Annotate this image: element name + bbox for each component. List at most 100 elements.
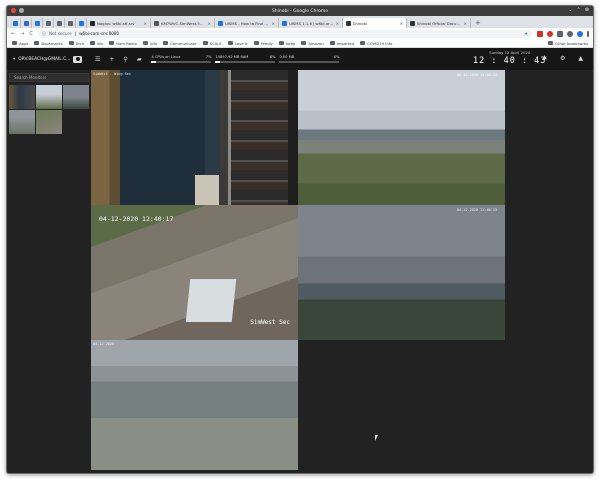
stat-label: 15897.92 MB RAM [215, 55, 249, 59]
stat-bar [279, 61, 340, 63]
close-tab-icon[interactable]: × [144, 21, 147, 26]
bookmark-item[interactable]: Communicate [163, 41, 197, 46]
menu-icon[interactable] [587, 30, 589, 37]
browser-tab[interactable]: Shinobi Official Documen × [407, 18, 471, 28]
browser-tab[interactable]: Nagios: w6bi-sff-srv × [87, 18, 151, 28]
browser-tab[interactable]: KM7WVC-SimWest-50 mi × [151, 18, 215, 28]
user-label: ORV.BEACH@GMAIL.C... [18, 56, 71, 62]
camera-osd: 04-12-2020 [93, 342, 115, 346]
close-tab-icon[interactable]: × [272, 21, 275, 26]
bookmark-item[interactable]: Imported [329, 40, 355, 46]
close-tab-icon[interactable]: × [464, 21, 467, 26]
user-menu[interactable]: ▾ ORV.BEACH@GMAIL.C... [7, 55, 91, 63]
extension-icon[interactable] [557, 30, 563, 37]
forward-icon[interactable]: → [20, 31, 24, 37]
shinobi-app: ▾ ORV.BEACH@GMAIL.C... ☰ + ⚲ ▰ 4 CPUs on… [7, 48, 593, 473]
camera-icon[interactable] [73, 55, 83, 63]
extension-icon[interactable] [567, 30, 573, 37]
browser-tab[interactable]: UISMS - How to Find Loc × [215, 18, 279, 28]
favicon-icon [218, 20, 223, 26]
monitor-thumbnail[interactable] [9, 85, 35, 109]
alert-icon[interactable]: ▲ [578, 55, 583, 62]
monitor-thumbnail[interactable] [36, 110, 62, 134]
folder-icon [227, 41, 233, 45]
stat-value: 0% [333, 55, 340, 59]
gear-icon[interactable]: ⚙ [560, 55, 565, 62]
other-bookmarks-label: Other bookmarks [554, 40, 588, 46]
bookmark-label: Tech [75, 40, 85, 46]
location-icon[interactable]: ⚲ [123, 56, 127, 63]
browser-tab[interactable] [21, 18, 32, 28]
extension-icon[interactable] [547, 30, 553, 37]
monitor-thumbnail[interactable] [63, 85, 89, 109]
close-window-icon[interactable]: ⊗ [585, 7, 589, 13]
maximize-icon[interactable]: ⌃ [577, 7, 581, 13]
app-topbar: ▾ ORV.BEACH@GMAIL.C... ☰ + ⚲ ▰ 4 CPUs on… [7, 48, 593, 70]
favicon-icon [78, 20, 84, 26]
search-placeholder: Search Monitors [14, 75, 47, 80]
search-input[interactable]: Search Monitors [9, 73, 89, 82]
browser-tab[interactable] [32, 18, 43, 28]
browser-tab[interactable] [76, 18, 87, 28]
monitor-thumbnail[interactable] [36, 85, 62, 109]
extensions [537, 30, 589, 37]
monitor-grid: SimWest - Wing Sec 04-12-2020 12:40:42 0… [91, 70, 507, 470]
extension-icon[interactable] [537, 30, 543, 37]
favicon-icon [23, 20, 29, 26]
browser-tab[interactable]: UISMS 1.1.6 | w6bi.org.s × [279, 18, 343, 28]
bookmark-item[interactable]: Amazon [301, 41, 324, 46]
folder-icon [142, 41, 148, 45]
bookmark-label: Feedly [260, 40, 273, 46]
browser-tab[interactable] [65, 18, 76, 28]
bookmark-label: Love It [234, 40, 248, 46]
bookmark-item[interactable]: Tech [68, 40, 85, 46]
browser-tab[interactable] [43, 18, 54, 28]
bookmark-item[interactable]: Feedly [253, 40, 273, 46]
title-bar: Shinobi - Google Chrome ⌄ ⌃ ⊗ [7, 6, 593, 16]
new-tab-icon[interactable]: + [471, 18, 485, 28]
browser-tab[interactable] [10, 18, 21, 28]
camera-yard[interactable]: 04-12-2020 12:40:17 SimWest Sec [91, 205, 298, 340]
tab-label: Shinobi Official Documen [417, 20, 462, 26]
profile-avatar[interactable] [577, 30, 583, 37]
bug-icon[interactable]: ✱ [542, 55, 547, 62]
tab-label: UISMS 1.1.6 | w6bi.org.s [289, 20, 334, 26]
address-bar: ← → C ⓘ Not secure | w6bi-cam-srv:8080 ★ [7, 28, 593, 39]
other-bookmarks[interactable]: Other bookmarks [547, 40, 588, 46]
url-input[interactable]: ⓘ Not secure | w6bi-cam-srv:8080 ★ [37, 29, 532, 38]
tab-label: Nagios: w6bi-sff-srv [97, 20, 135, 26]
reload-icon[interactable]: C [29, 31, 33, 37]
bookmark-item[interactable]: COVID19 Info [360, 41, 393, 46]
monitor-thumbnail[interactable] [9, 110, 35, 134]
close-tab-icon[interactable]: × [336, 21, 339, 26]
bookmark-item[interactable]: Keep [278, 41, 295, 46]
camera-valley-view[interactable]: 04-12-2020 12:40:42 [298, 70, 505, 205]
camera-city-view[interactable]: 04-12-2020 [91, 340, 298, 470]
bookmark-label: Imported [336, 40, 355, 46]
bookmark-item[interactable]: Info [142, 41, 157, 46]
folder-icon [329, 41, 335, 45]
bookmark-item[interactable]: Wx [90, 41, 103, 46]
camera-garage-rack[interactable]: SimWest - Wing Sec [91, 70, 298, 205]
favicon-icon [67, 20, 73, 26]
bookmark-item[interactable]: Apps [12, 41, 28, 46]
close-tab-icon[interactable]: × [400, 21, 403, 26]
folder-icon [68, 41, 74, 45]
bookmark-item[interactable]: Ham Radio [109, 41, 137, 46]
bookmark-item[interactable]: SCALE [202, 41, 222, 46]
back-icon[interactable]: ← [11, 31, 15, 37]
bookmark-item[interactable]: Love It [227, 40, 248, 46]
close-tab-icon[interactable]: × [208, 21, 211, 26]
bookmark-item[interactable]: Bookmarks [34, 41, 63, 46]
folder-icon [278, 41, 284, 45]
browser-tab[interactable]: Shinobi × [343, 18, 407, 28]
browser-tab[interactable] [54, 18, 65, 28]
menu-icon[interactable]: ☰ [95, 56, 100, 63]
camera-hills[interactable]: 04-12-2020 12:40:43 [298, 205, 505, 340]
add-icon[interactable]: + [109, 56, 114, 63]
video-icon[interactable]: ▰ [137, 56, 142, 63]
bookmark-label: Ham Radio [116, 40, 137, 46]
stat-bar-fill [215, 61, 221, 63]
minimize-icon[interactable]: ⌄ [568, 7, 572, 13]
star-icon[interactable]: ★ [524, 31, 528, 36]
